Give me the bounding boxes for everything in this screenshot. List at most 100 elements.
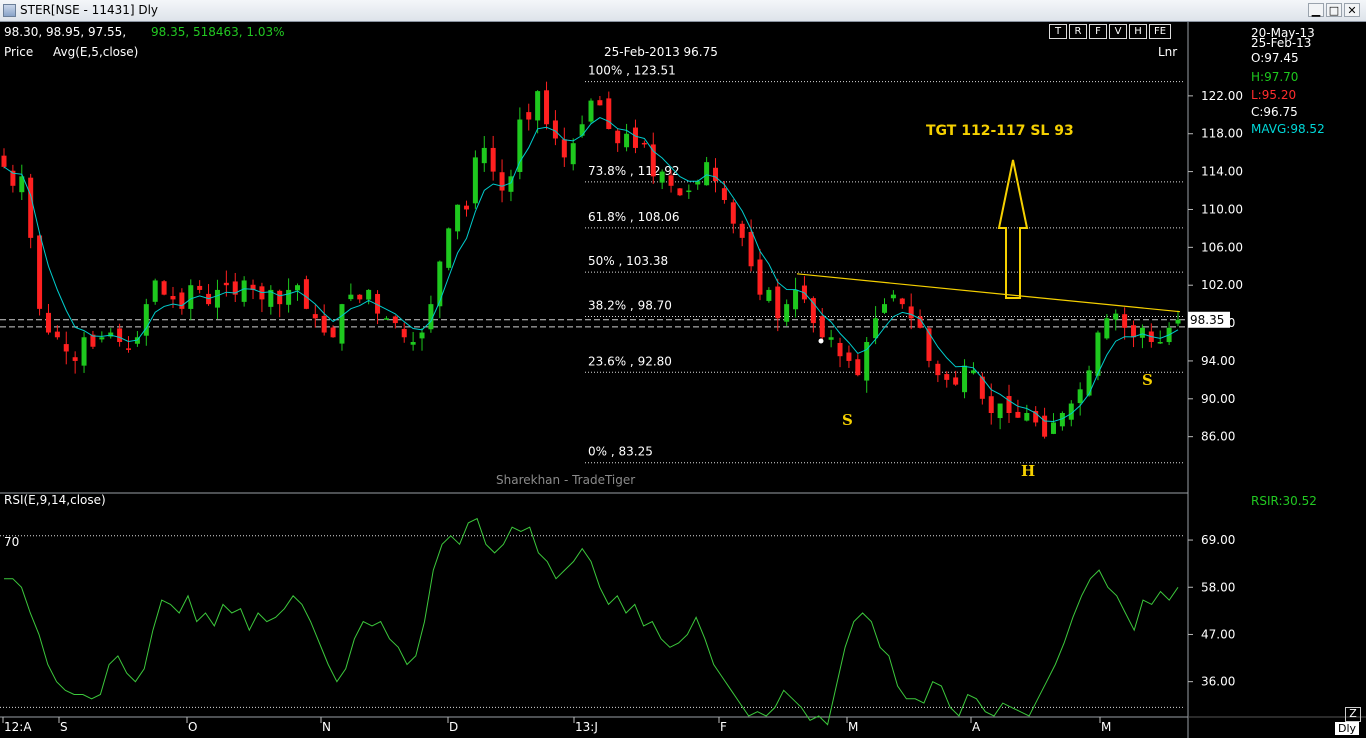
- info-high: H:97.70: [1251, 70, 1299, 84]
- candle-body: [330, 327, 336, 338]
- candle-body: [552, 120, 558, 139]
- candle-body: [1050, 422, 1056, 434]
- candle-body: [677, 188, 683, 196]
- candle-body: [890, 294, 896, 299]
- time-tick-label: M: [848, 720, 858, 734]
- candle-body: [668, 175, 674, 186]
- candle-body: [339, 304, 345, 344]
- candle-body: [970, 370, 976, 374]
- candle-body: [437, 261, 443, 307]
- time-tick-label: O: [188, 720, 197, 734]
- candle-body: [988, 396, 994, 413]
- toolbar-button-h[interactable]: H: [1129, 24, 1147, 39]
- rsi-line: [4, 517, 1179, 726]
- candle-body: [944, 374, 950, 380]
- candle-body: [775, 286, 781, 319]
- scale-mode-label[interactable]: Lnr: [1158, 45, 1177, 59]
- candle-body: [1113, 313, 1119, 320]
- last-price-readout: 98.35, 518463, 1.03%: [151, 25, 285, 39]
- candle-body: [99, 337, 105, 340]
- candle-body: [81, 337, 87, 366]
- info-date-cursor: 25-Feb-13: [1251, 36, 1312, 50]
- candle-body: [348, 294, 354, 300]
- candle-body: [561, 139, 567, 158]
- candle-body: [286, 289, 292, 305]
- target-annotation: TGT 112-117 SL 93: [926, 123, 1074, 139]
- candle-body: [312, 314, 318, 319]
- price-chart[interactable]: 122.00118.00114.00110.00106.00102.0098.0…: [0, 0, 1366, 738]
- candle-body: [757, 259, 763, 295]
- candle-body: [899, 298, 905, 305]
- candle-body: [953, 377, 959, 385]
- rsi-tick-label: 47.00: [1201, 627, 1235, 641]
- candle-body: [962, 365, 968, 393]
- candle-body: [597, 100, 603, 106]
- rsi-tick-label: 69.00: [1201, 533, 1235, 547]
- candle-body: [1157, 342, 1163, 344]
- info-close: C:96.75: [1251, 105, 1298, 119]
- candle-body: [392, 316, 398, 324]
- rsi-label: RSI(E,9,14,close): [4, 493, 106, 507]
- candle-body: [748, 232, 754, 267]
- candle-body: [241, 280, 247, 302]
- candle-body: [410, 342, 416, 345]
- toolbar-button-r[interactable]: R: [1069, 24, 1087, 39]
- fib-label: 0% , 83.25: [588, 445, 653, 459]
- candle-body: [1015, 411, 1021, 418]
- candle-body: [855, 359, 861, 376]
- candle-body: [544, 90, 550, 125]
- fib-label: 38.2% , 98.70: [588, 298, 672, 312]
- candle-body: [1175, 319, 1181, 324]
- candle-body: [214, 289, 220, 308]
- candle-body: [188, 285, 194, 309]
- candle-body: [641, 142, 647, 145]
- candle-body: [659, 171, 665, 183]
- candle-body: [1086, 370, 1092, 396]
- toolbar-button-v[interactable]: V: [1109, 24, 1127, 39]
- last-price-tag-label: 98.35: [1190, 313, 1224, 327]
- time-tick-label: N: [322, 720, 331, 734]
- info-open: O:97.45: [1251, 51, 1299, 65]
- candle-body: [997, 403, 1003, 419]
- watermark: Sharekhan - TradeTiger: [496, 473, 636, 487]
- candle-body: [72, 357, 78, 361]
- chart-toolbar: T R F V H FE: [1049, 24, 1171, 39]
- candle-body: [419, 332, 425, 339]
- candle-body: [277, 290, 283, 305]
- candle-body: [37, 235, 43, 309]
- candle-body: [570, 143, 576, 165]
- candle-body: [401, 328, 407, 338]
- price-tick-label: 110.00: [1201, 202, 1243, 216]
- candle-body: [1006, 396, 1012, 413]
- candle-body: [179, 292, 185, 309]
- candle-body: [615, 130, 621, 144]
- candle-body: [490, 147, 496, 172]
- avg-label: Avg(E,5,close): [53, 45, 139, 59]
- rsi-tick-label: 58.00: [1201, 580, 1235, 594]
- candle-body: [1104, 318, 1110, 339]
- candle-body: [837, 342, 843, 357]
- candle-body: [517, 119, 523, 172]
- price-tick-label: 90.00: [1201, 392, 1235, 406]
- fib-label: 73.8% , 112.92: [588, 164, 680, 178]
- ohlc-readout: 98.30, 98.95, 97.55,: [4, 25, 127, 39]
- candle-body: [810, 298, 816, 324]
- period-button[interactable]: Dly: [1335, 722, 1360, 735]
- time-tick-label: M: [1101, 720, 1111, 734]
- candle-body: [819, 316, 825, 338]
- fib-label: 50% , 103.38: [588, 254, 668, 268]
- time-tick-label: A: [972, 720, 981, 734]
- candle-body: [588, 100, 594, 122]
- candle-body: [882, 304, 887, 313]
- candle-body: [935, 363, 941, 376]
- time-tick-label: 13:J: [575, 720, 598, 734]
- toolbar-button-f[interactable]: F: [1089, 24, 1107, 39]
- toolbar-button-fe[interactable]: FE: [1149, 24, 1171, 39]
- candle-body: [303, 279, 309, 309]
- zoom-button[interactable]: Z: [1345, 707, 1361, 722]
- toolbar-button-t[interactable]: T: [1049, 24, 1067, 39]
- price-tick-label: 86.00: [1201, 430, 1235, 444]
- candle-body: [1, 155, 7, 167]
- candle-body: [295, 285, 300, 291]
- candle-body: [908, 306, 914, 319]
